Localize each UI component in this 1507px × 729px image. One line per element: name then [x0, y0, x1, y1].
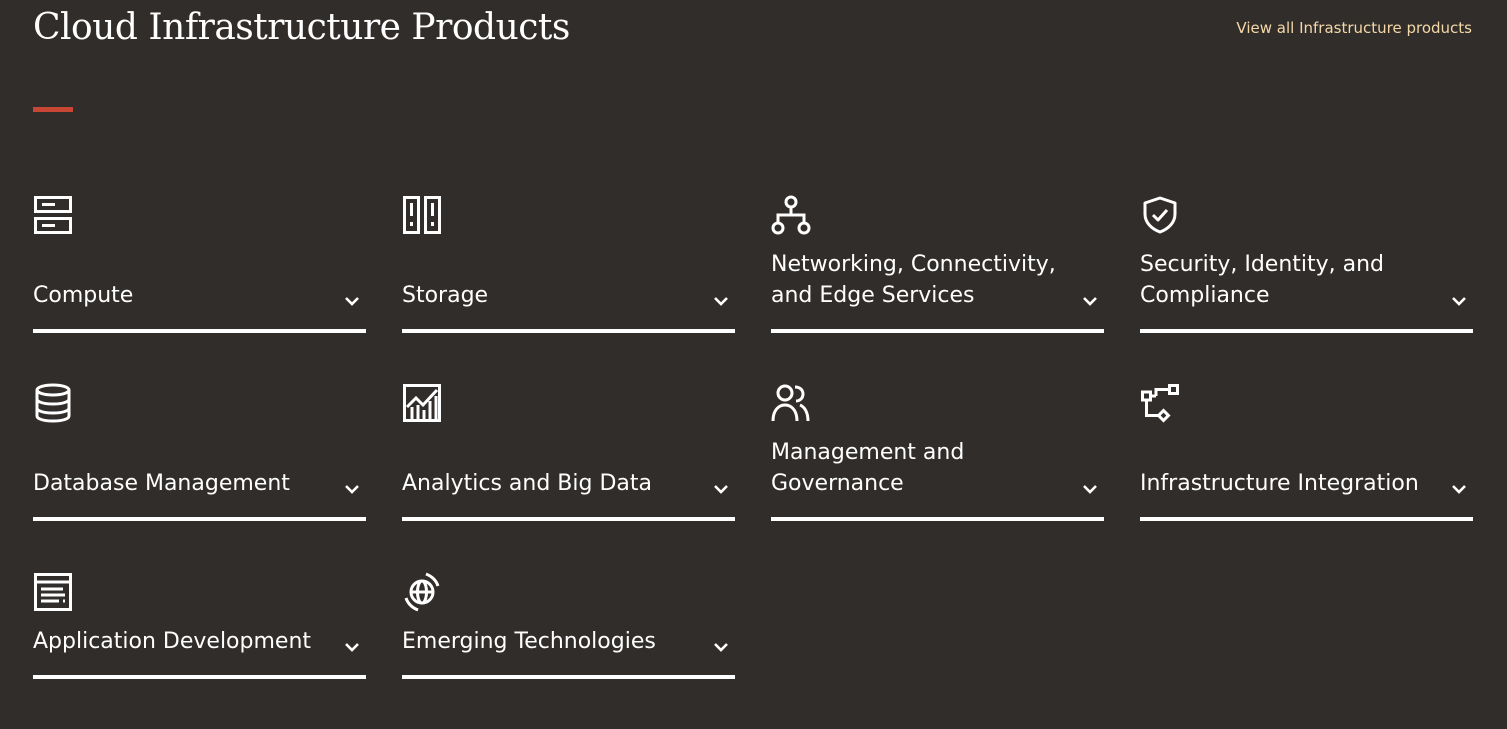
chevron-down-icon [344, 295, 360, 307]
tile-label: Storage [402, 283, 489, 308]
tile-security[interactable]: Security, Identity, and Compliance [1140, 195, 1473, 333]
page-title: Cloud Infrastructure Products [33, 7, 570, 48]
tile-underline [402, 517, 735, 521]
tile-underline [402, 675, 735, 679]
tile-emerging-technologies[interactable]: Emerging Technologies [402, 572, 735, 679]
chevron-down-icon [1082, 295, 1098, 307]
tile-underline [1140, 517, 1473, 521]
tile-label: Infrastructure Integration [1140, 471, 1419, 496]
tile-database-management[interactable]: Database Management [33, 383, 366, 521]
chevron-down-icon [344, 641, 360, 653]
chevron-down-icon [713, 483, 729, 495]
chevron-down-icon [1451, 483, 1467, 495]
shield-check-icon [1140, 195, 1180, 235]
tile-underline [771, 517, 1104, 521]
tile-underline [402, 329, 735, 333]
tile-label: Database Management [33, 471, 290, 496]
accent-divider [33, 107, 73, 112]
database-icon [33, 383, 73, 423]
tile-application-development[interactable]: Application Development [33, 572, 366, 679]
tile-management-governance[interactable]: Management and Governance [771, 383, 1104, 521]
tile-storage[interactable]: Storage [402, 195, 735, 333]
tile-label: Compute [33, 283, 134, 308]
cloud-infrastructure-section: Cloud Infrastructure Products View all I… [0, 0, 1507, 729]
tile-underline [771, 329, 1104, 333]
tile-infrastructure-integration[interactable]: Infrastructure Integration [1140, 383, 1473, 521]
tile-underline [33, 675, 366, 679]
chevron-down-icon [713, 641, 729, 653]
server-icon [33, 195, 73, 235]
tile-label: Networking, Connectivity, and Edge Servi… [771, 252, 1056, 308]
tile-label: Security, Identity, and Compliance [1140, 252, 1385, 308]
tile-label: Analytics and Big Data [402, 471, 652, 496]
app-window-icon [33, 572, 73, 612]
chevron-down-icon [713, 295, 729, 307]
storage-icon [402, 195, 442, 235]
tile-compute[interactable]: Compute [33, 195, 366, 333]
tile-underline [1140, 329, 1473, 333]
tile-label: Emerging Technologies [402, 629, 656, 654]
view-all-infrastructure-link[interactable]: View all Infrastructure products [1236, 18, 1472, 38]
chevron-down-icon [1082, 483, 1098, 495]
chevron-down-icon [1451, 295, 1467, 307]
chart-icon [402, 383, 442, 423]
tile-label: Application Development [33, 629, 312, 654]
tile-underline [33, 329, 366, 333]
tile-networking[interactable]: Networking, Connectivity, and Edge Servi… [771, 195, 1104, 333]
globe-icon [402, 572, 442, 612]
tile-label: Management and Governance [771, 440, 965, 496]
network-icon [771, 195, 811, 235]
integration-icon [1140, 383, 1180, 423]
chevron-down-icon [344, 483, 360, 495]
tile-analytics[interactable]: Analytics and Big Data [402, 383, 735, 521]
tile-underline [33, 517, 366, 521]
people-icon [771, 383, 811, 423]
